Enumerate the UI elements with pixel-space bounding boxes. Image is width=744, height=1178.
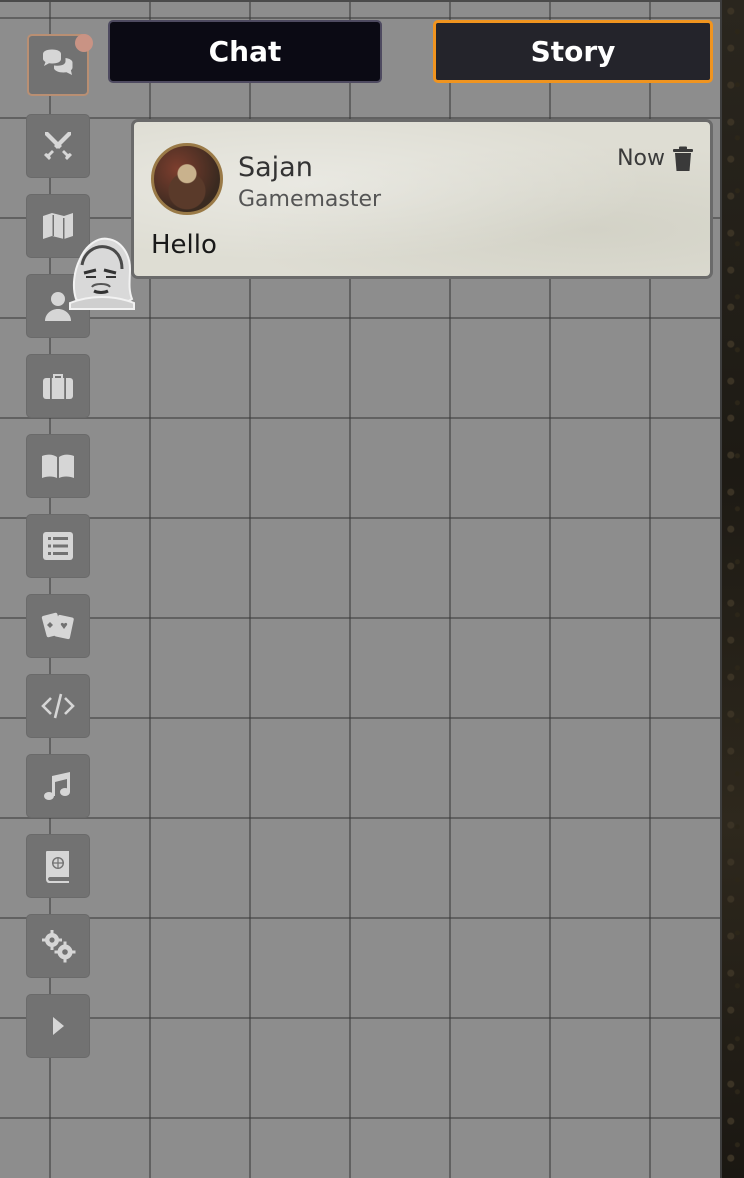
top-divider	[0, 0, 722, 2]
message-content: Hello	[151, 230, 217, 260]
sidebar-collapse-button[interactable]	[26, 994, 90, 1058]
app-canvas: Chat Story Sajan Gamemaster Now Hello	[0, 0, 744, 1178]
background-scene-edge	[722, 0, 744, 1178]
sidebar-item-combat[interactable]	[26, 114, 90, 178]
playing-cards-icon	[41, 612, 74, 640]
music-note-icon	[44, 772, 70, 800]
sidebar-item-items[interactable]	[26, 354, 90, 418]
caret-right-icon	[53, 1017, 64, 1035]
chat-tab-button[interactable]: Chat	[108, 20, 382, 83]
sidebar-item-journal[interactable]	[26, 434, 90, 498]
sidebar-item-compendium[interactable]	[26, 834, 90, 898]
avatar[interactable]	[151, 143, 223, 215]
chat-bubbles-icon	[43, 49, 73, 75]
sidebar-item-settings[interactable]	[26, 914, 90, 978]
globe-book-icon	[46, 851, 69, 883]
code-icon	[41, 693, 75, 719]
sidebar-item-cards[interactable]	[26, 594, 90, 658]
gears-icon	[42, 930, 76, 963]
token-face-icon	[69, 237, 135, 310]
suitcase-icon	[43, 374, 73, 399]
open-book-icon	[42, 454, 74, 478]
list-icon	[43, 532, 73, 560]
story-tab-button[interactable]: Story	[433, 20, 713, 83]
message-timestamp: Now	[617, 146, 665, 171]
trash-icon[interactable]	[672, 146, 694, 172]
message-sender-role: Gamemaster	[238, 187, 382, 212]
sidebar-item-tables[interactable]	[26, 514, 90, 578]
message-sender: Sajan	[238, 152, 313, 183]
sidebar-item-playlists[interactable]	[26, 754, 90, 818]
crossed-swords-icon	[44, 132, 72, 160]
sidebar-item-macros[interactable]	[26, 674, 90, 738]
notification-dot	[75, 34, 93, 52]
chat-message: Sajan Gamemaster Now Hello	[131, 119, 713, 279]
